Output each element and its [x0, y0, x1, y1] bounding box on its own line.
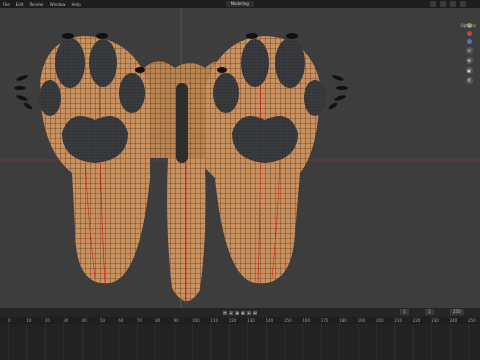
ruler-tick-label: 70	[136, 318, 142, 323]
ruler-gridline	[431, 324, 433, 360]
ruler-gridline	[247, 324, 249, 360]
timeline-track[interactable]	[0, 324, 480, 360]
pan-icon[interactable]: ✥	[465, 57, 473, 64]
ruler-tick-label: 10	[26, 318, 32, 323]
ruler-tick-label: 60	[118, 318, 124, 323]
shading-render-icon[interactable]	[460, 1, 466, 7]
ruler-tick-label: 170	[320, 318, 329, 323]
play-icon[interactable]: ▶	[241, 310, 245, 315]
ruler-tick-label: 130	[247, 318, 255, 323]
jump-start-icon[interactable]: ⏮	[223, 310, 227, 315]
menu-file[interactable]: File	[0, 2, 13, 7]
ruler-gridline	[192, 324, 193, 360]
zoom-icon[interactable]: +	[465, 47, 473, 54]
ruler-tick-label: 180	[339, 318, 347, 323]
start-frame-field[interactable]: 1	[425, 309, 434, 315]
frame-ruler[interactable]: 0 10 20 30 40 50 60 70 80 90 100 110 120 130 140 150 160…	[0, 317, 480, 324]
3d-viewport[interactable]: + ✥ ▣ # Options	[0, 8, 480, 308]
prev-keyframe-icon[interactable]: ◂	[229, 310, 233, 315]
current-frame-field[interactable]: 1	[400, 309, 409, 315]
shading-material-icon[interactable]	[450, 1, 456, 7]
play-reverse-icon[interactable]: ◀	[235, 310, 239, 315]
ruler-tick-label: 20	[44, 318, 50, 323]
ruler-gridline	[100, 324, 101, 360]
gizmo-z-icon[interactable]	[466, 39, 472, 44]
overlay-icon[interactable]	[430, 1, 436, 7]
right-foot-mesh	[205, 33, 348, 284]
ruler-tick-label: 200	[376, 318, 384, 323]
ruler-gridline	[449, 324, 451, 360]
menu-help[interactable]: Help	[68, 2, 83, 7]
ruler-tick-label: 190	[357, 318, 366, 323]
ruler-gridline	[357, 324, 359, 360]
menu-window[interactable]: Window	[47, 2, 69, 7]
model-view	[0, 8, 480, 308]
ruler-gridline	[118, 324, 120, 360]
jump-end-icon[interactable]: ⏭	[253, 310, 257, 315]
ruler-gridline	[173, 324, 175, 360]
ruler-gridline	[320, 324, 322, 360]
ruler-gridline	[302, 324, 304, 360]
shading-solid-icon[interactable]	[440, 1, 446, 7]
left-foot-mesh	[14, 33, 150, 284]
ruler-gridline	[8, 324, 9, 360]
menu-edit[interactable]: Edit	[13, 2, 27, 7]
ruler-tick-label: 90	[173, 318, 179, 323]
ruler-tick-label: 150	[284, 318, 292, 323]
navigation-gizmo[interactable]: + ✥ ▣ #	[462, 20, 476, 87]
ruler-tick-label: 50	[100, 318, 106, 323]
gizmo-x-icon[interactable]	[466, 31, 472, 36]
next-keyframe-icon[interactable]: ▸	[247, 310, 251, 315]
ruler-tick-label: 120	[228, 318, 237, 323]
options-dropdown[interactable]: Options	[461, 23, 476, 28]
ruler-gridline	[228, 324, 230, 360]
ruler-gridline	[376, 324, 377, 360]
ruler-gridline	[136, 324, 138, 360]
ruler-gridline	[26, 324, 28, 360]
ruler-tick-label: 80	[155, 318, 161, 323]
ruler-tick-label: 40	[81, 318, 87, 323]
ruler-gridline	[339, 324, 341, 360]
ruler-tick-label: 160	[302, 318, 311, 323]
ruler-gridline	[284, 324, 285, 360]
ruler-tick-label: 250	[468, 318, 476, 323]
ruler-tick-label: 230	[431, 318, 439, 323]
ruler-tick-label: 220	[412, 318, 421, 323]
ruler-tick-label: 240	[449, 318, 458, 323]
ruler-tick-label: 0	[8, 318, 11, 323]
grid-icon[interactable]: #	[465, 77, 473, 84]
mode-selector[interactable]: Modeling	[225, 1, 254, 7]
playback-controls: ⏮ ◂ ◀ ▶ ▸ ⏭ 1 1 250	[0, 308, 480, 317]
ruler-gridline	[81, 324, 83, 360]
ruler-tick-label: 30	[63, 318, 69, 323]
ruler-gridline	[412, 324, 414, 360]
ruler-tick-label: 140	[265, 318, 274, 323]
tail-mesh	[167, 158, 206, 303]
ruler-tick-label: 210	[394, 318, 403, 323]
ruler-gridline	[63, 324, 65, 360]
ruler-gridline	[265, 324, 267, 360]
end-frame-field[interactable]: 250	[450, 309, 464, 315]
top-menu-bar: File Edit Render Window Help Modeling	[0, 0, 480, 8]
ruler-gridline	[155, 324, 157, 360]
ruler-tick-label: 110	[210, 318, 219, 323]
ruler-tick-label: 100	[192, 318, 200, 323]
ruler-gridline	[394, 324, 396, 360]
camera-icon[interactable]: ▣	[465, 67, 473, 74]
ruler-gridline	[44, 324, 46, 360]
ruler-gridline	[210, 324, 212, 360]
ruler-gridline	[468, 324, 469, 360]
menu-render[interactable]: Render	[26, 2, 46, 7]
